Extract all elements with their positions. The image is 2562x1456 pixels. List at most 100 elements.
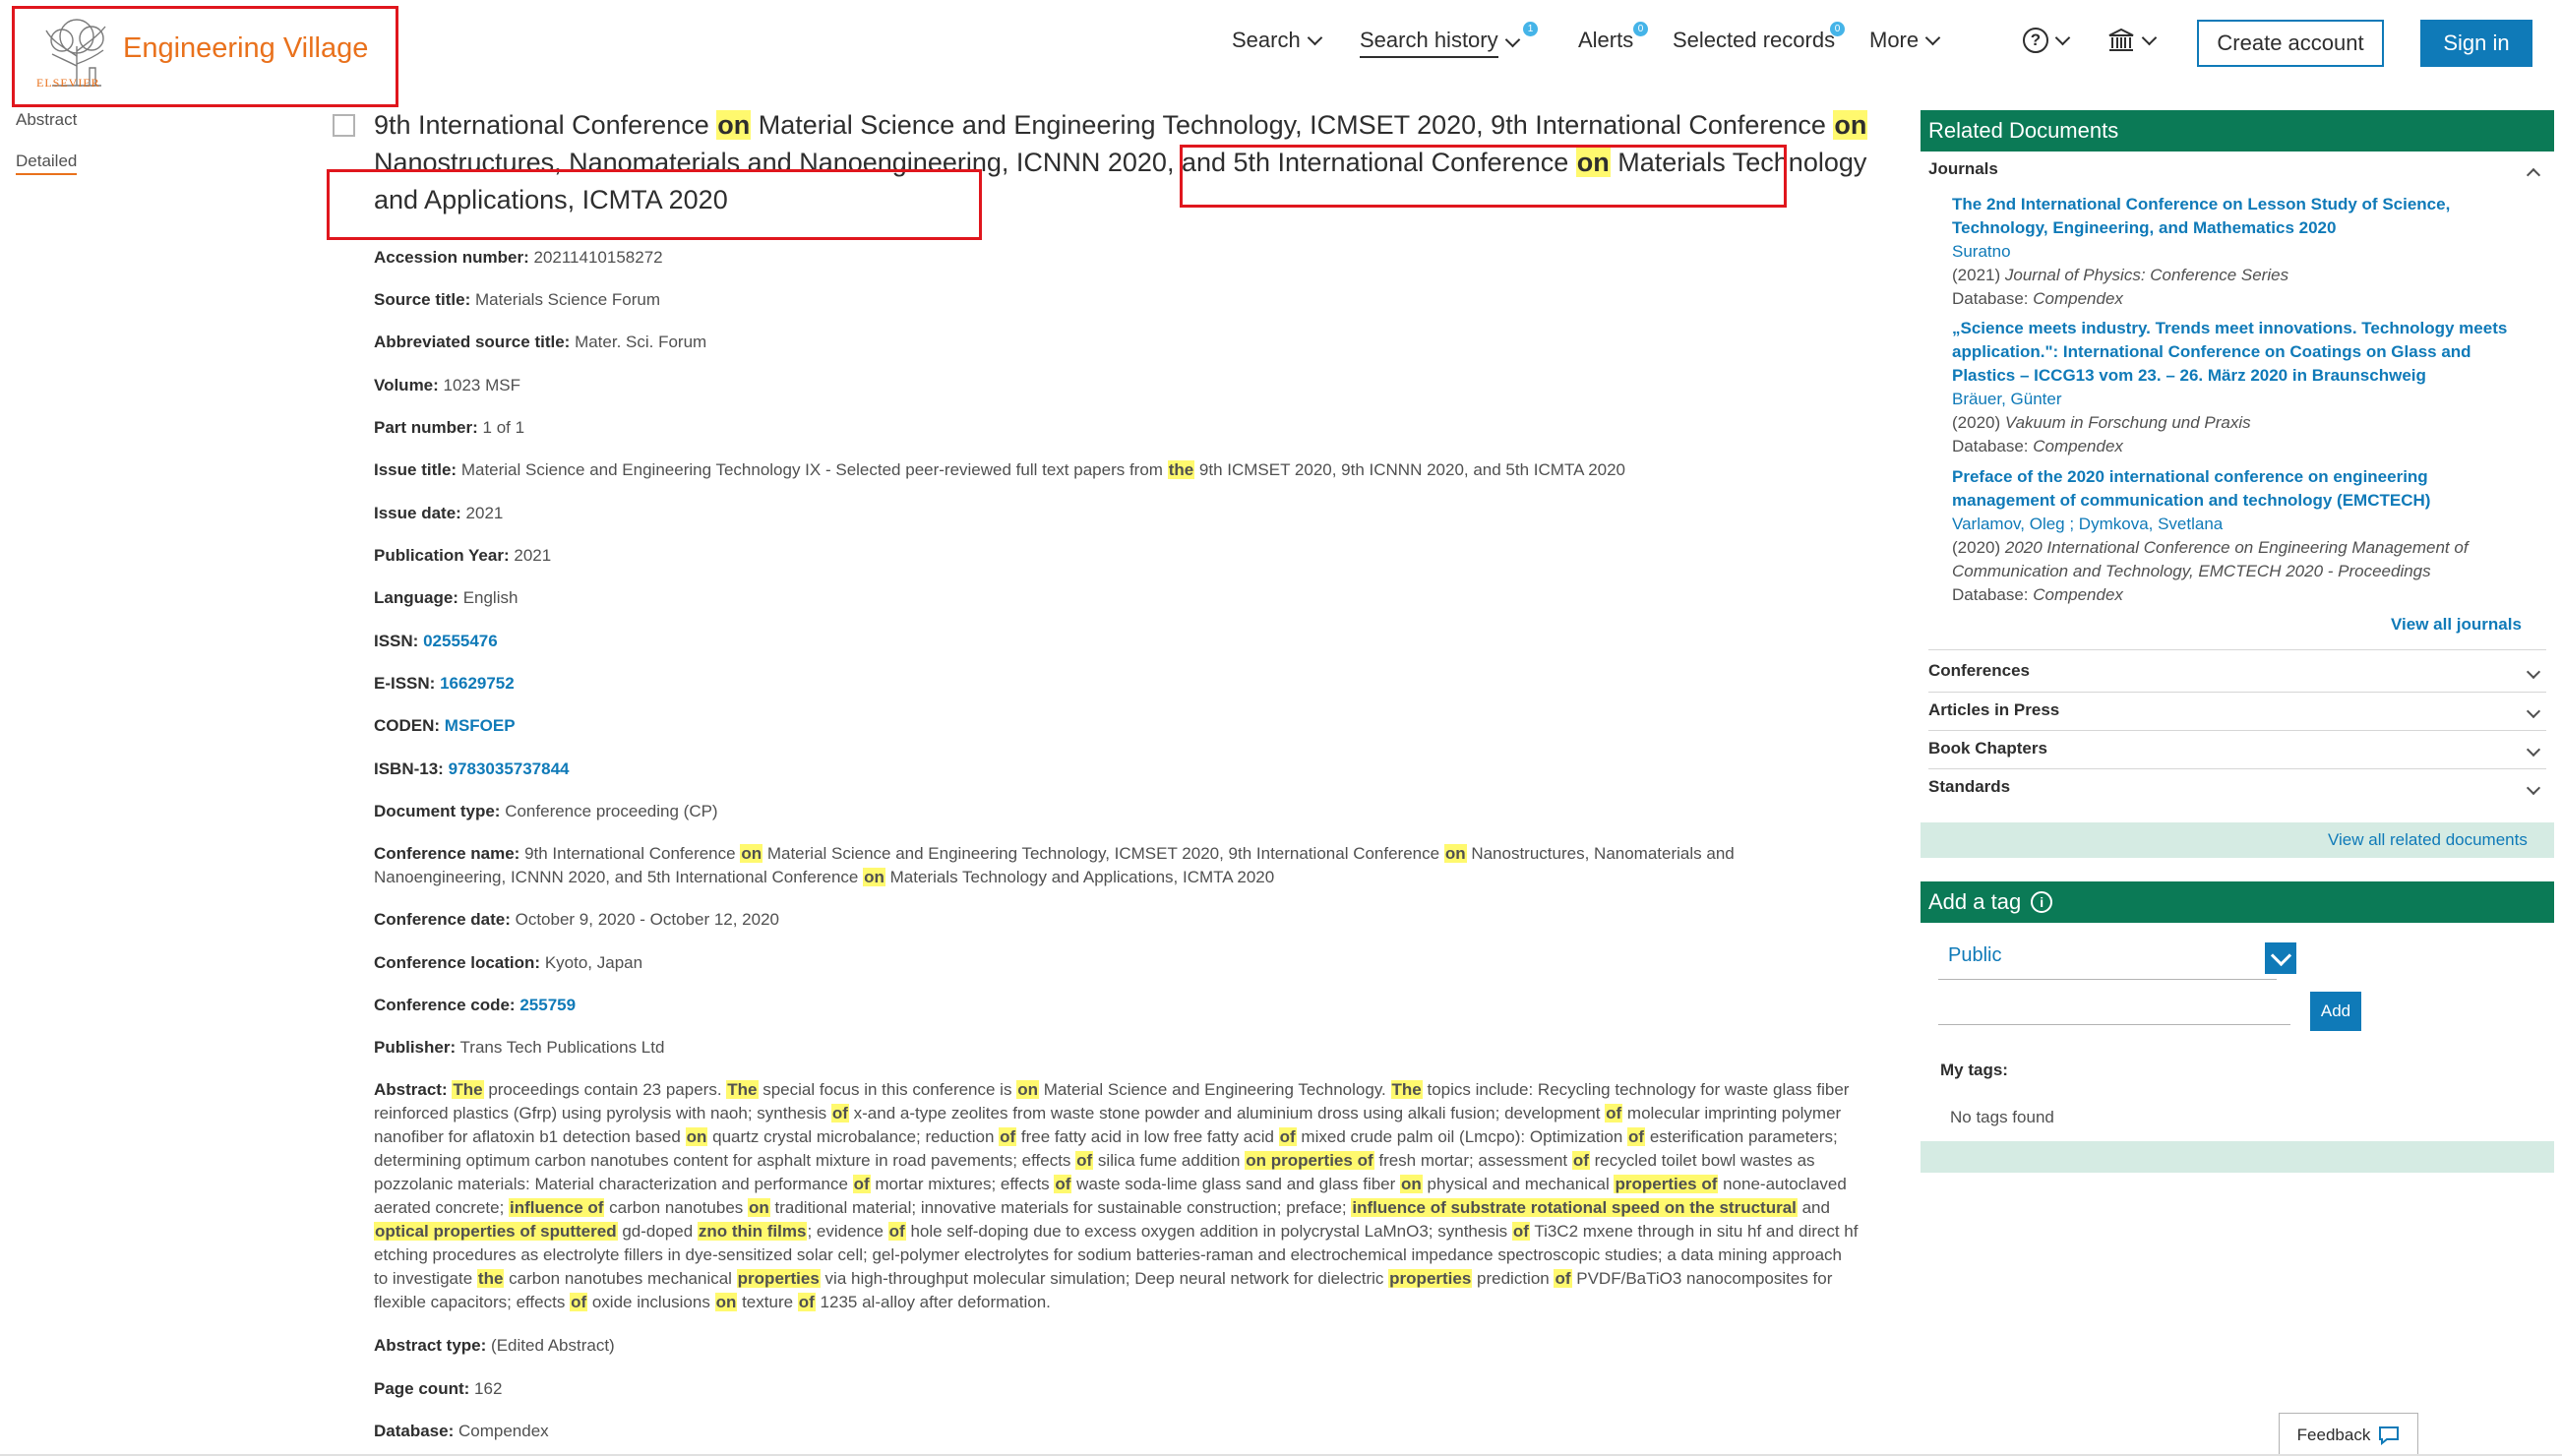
related-journal-title-link[interactable]: „Science meets industry. Trends meet inn… [1952,317,2523,388]
field-language: Language: English [374,588,518,607]
info-icon[interactable]: i [2031,891,2053,913]
tag-panel-footer [1921,1141,2554,1173]
abstract-fragment: prediction [1472,1269,1555,1288]
my-tags-label: My tags: [1940,1061,2008,1079]
field-coden: CODEN: MSFOEP [374,716,516,735]
section-conferences-toggle[interactable]: Conferences [1928,661,2546,681]
abstract-fragment: special focus in this conference is [758,1080,1017,1099]
nav-search[interactable]: Search [1232,28,1322,53]
author-link[interactable]: Varlamov, Oleg ; Dymkova, Svetlana [1952,513,2523,536]
field-issn: ISSN: 02555476 [374,632,498,650]
field-issue-title: Issue title: Material Science and Engine… [374,460,1626,479]
conference-code-link[interactable]: 255759 [519,996,576,1014]
tag-input[interactable] [1938,994,2290,1025]
related-journal-title-link[interactable]: The 2nd International Conference on Less… [1952,193,2523,240]
nav-search-history[interactable]: Search history [1360,28,1520,58]
field-abbreviated-source-title: Abbreviated source title: Mater. Sci. Fo… [374,333,707,351]
tab-abstract[interactable]: Abstract [16,110,77,130]
chevron-up-icon [2526,167,2541,183]
search-term-highlight: on [714,1293,738,1311]
field-database: Database: Compendex [374,1422,549,1440]
chevron-down-icon [2141,30,2158,45]
search-term-highlight: of [1554,1269,1572,1288]
search-term-highlight: zno thin films [697,1222,808,1241]
field-conference-code: Conference code: 255759 [374,996,577,1014]
abstract-text: The proceedings contain 23 papers. The s… [374,1080,1858,1311]
field-document-type: Document type: Conference proceeding (CP… [374,802,718,820]
related-journal-item: The 2nd International Conference on Less… [1952,193,2523,311]
search-term-highlight: of [797,1293,816,1311]
nav-selected-records[interactable]: Selected records [1673,28,1835,53]
abstract-fragment: via high-throughput molecular simulation… [820,1269,1389,1288]
e-issn-link[interactable]: 16629752 [440,674,515,693]
search-term-highlight: of [1054,1175,1072,1193]
abstract-fragment: free fatty acid in low free fatty acid [1016,1127,1279,1146]
app-title: Engineering Village [123,32,369,64]
view-all-journals-link[interactable]: View all journals [2391,615,2522,635]
add-tag-button[interactable]: Add [2310,992,2361,1031]
field-conference-location: Conference location: Kyoto, Japan [374,953,643,972]
chevron-down-icon [2054,30,2071,45]
select-record-checkbox[interactable] [333,114,355,137]
field-publication-year: Publication Year: 2021 [374,546,552,565]
abstract-fragment: carbon nanotubes [604,1198,748,1217]
nav-more[interactable]: More [1869,28,1941,53]
issn-link[interactable]: 02555476 [423,632,498,650]
abstract-fragment: gd-doped [617,1222,698,1241]
chevron-down-icon [1307,30,1322,45]
field-conference-date: Conference date: October 9, 2020 - Octob… [374,910,779,929]
related-journal-title-link[interactable]: Preface of the 2020 international confer… [1952,465,2523,513]
search-term-highlight: on properties of [1245,1151,1374,1170]
abstract-fragment: physical and mechanical [1422,1175,1615,1193]
header: ELSEVIER Engineering Village Search Sear… [0,0,2562,108]
search-term-highlight: properties [1388,1269,1473,1288]
section-journals-toggle[interactable]: Journals [1928,159,2546,183]
coden-link[interactable]: MSFOEP [445,716,516,735]
create-account-button[interactable]: Create account [2197,20,2384,67]
search-term-highlight: on [1016,1080,1039,1099]
chat-icon [2379,1426,2400,1445]
author-link[interactable]: Bräuer, Günter [1952,388,2523,411]
section-articles-in-press-toggle[interactable]: Articles in Press [1928,700,2546,720]
feedback-button[interactable]: Feedback [2279,1413,2418,1456]
selected-records-count-badge: 0 [1830,22,1845,36]
nav-alerts[interactable]: Alerts [1578,28,1633,53]
search-term-highlight: of [1571,1151,1590,1170]
section-standards-toggle[interactable]: Standards [1928,777,2546,797]
divider [1928,768,2546,769]
sign-in-button[interactable]: Sign in [2420,20,2532,67]
abstract-fragment: carbon nanotubes mechanical [504,1269,737,1288]
search-term-highlight: properties [736,1269,821,1288]
isbn-link[interactable]: 9783035737844 [449,759,570,778]
search-term-highlight: influence of [509,1198,605,1217]
field-abstract-type: Abstract type: (Edited Abstract) [374,1336,615,1355]
help-icon: ? [2023,28,2048,53]
field-isbn-13: ISBN-13: 9783035737844 [374,759,570,778]
search-term-highlight: of [1511,1222,1530,1241]
tab-detailed[interactable]: Detailed [16,152,78,175]
abstract-fragment: Material Science and Engineering Technol… [1038,1080,1391,1099]
search-term-highlight: optical properties of sputtered [374,1222,618,1241]
divider [1928,649,2546,650]
section-book-chapters-toggle[interactable]: Book Chapters [1928,739,2546,758]
logo-link[interactable]: ELSEVIER Engineering Village [12,6,398,107]
related-journal-item: Preface of the 2020 international confer… [1952,465,2523,607]
field-abstract: Abstract: The proceedings contain 23 pap… [374,1080,1859,1311]
search-term-highlight: of [1075,1151,1094,1170]
chevron-down-icon [2526,703,2541,719]
alerts-count-badge: 0 [1633,22,1648,36]
no-tags-text: No tags found [1950,1108,2054,1126]
tag-visibility-select[interactable]: Public [1938,940,2277,980]
chevron-down-icon[interactable] [2265,942,2296,974]
help-menu[interactable]: ? [2023,28,2071,53]
abstract-fragment: oxide inclusions [587,1293,715,1311]
abstract-fragment: fresh mortar; assessment [1373,1151,1572,1170]
abstract-fragment: hole self-doping due to excess oxygen ad… [905,1222,1512,1241]
abstract-fragment: quartz crystal microbalance; reduction [707,1127,1000,1146]
related-journal-item: „Science meets industry. Trends meet inn… [1952,317,2523,458]
institution-icon [2108,28,2134,51]
author-link[interactable]: Suratno [1952,240,2523,264]
institution-menu[interactable] [2107,28,2158,53]
field-e-issn: E-ISSN: 16629752 [374,674,515,693]
view-all-related-documents-link[interactable]: View all related documents [2328,830,2528,850]
